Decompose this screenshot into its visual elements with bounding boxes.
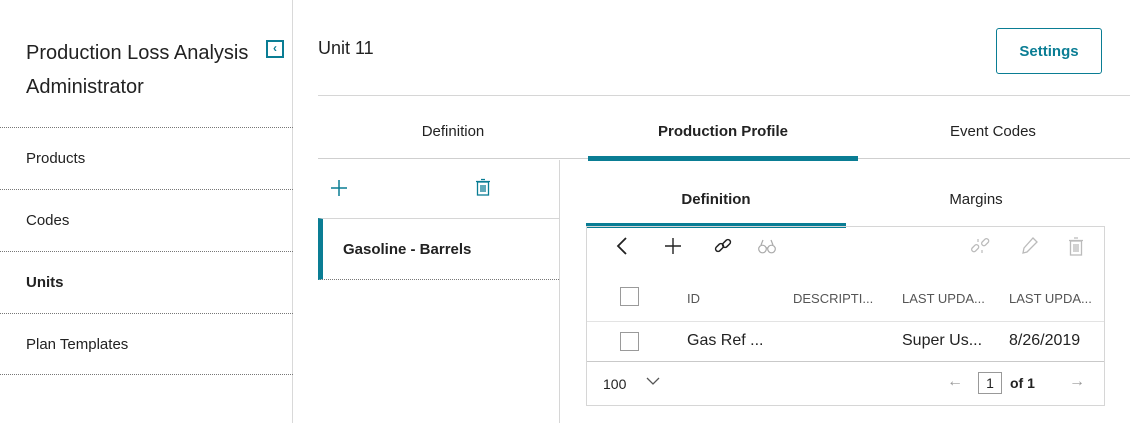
delete-product-button[interactable] (475, 178, 491, 201)
add-product-button[interactable] (330, 176, 348, 204)
tab-event-codes[interactable]: Event Codes (858, 104, 1128, 158)
back-icon (616, 237, 627, 255)
delete-row-button[interactable] (1068, 235, 1084, 262)
sidebar-item-label: Plan Templates (26, 335, 129, 353)
chevron-down-icon (646, 377, 660, 385)
prev-page-button[interactable]: ← (947, 373, 963, 391)
page-size-dropdown[interactable] (645, 373, 661, 394)
column-header-description[interactable]: DESCRIPTI... (793, 291, 873, 306)
next-page-button[interactable]: → (1069, 373, 1085, 391)
trash-icon (476, 178, 490, 196)
page-size-select[interactable]: 100 (603, 376, 626, 392)
grid-footer: 100 ← 1 of 1 → (587, 363, 1104, 405)
page-title: Unit 11 (318, 38, 374, 58)
plus-icon (331, 180, 347, 196)
pencil-icon (1022, 237, 1038, 254)
find-button[interactable] (757, 235, 777, 262)
column-header-id[interactable]: ID (687, 291, 700, 306)
edit-button[interactable] (1019, 235, 1039, 262)
cell-id[interactable]: Gas Ref ... (687, 332, 763, 350)
tab-sub-definition[interactable]: Definition (586, 172, 846, 228)
collapse-sidebar-button[interactable]: ‹ (266, 40, 284, 58)
link-icon (714, 238, 732, 253)
unlink-button[interactable] (969, 235, 991, 262)
sidebar-item-plan-templates[interactable]: Plan Templates (0, 313, 293, 375)
main-tabs: Definition Production Profile Event Code… (318, 104, 1130, 161)
cell-last-updated-by: Super Us... (902, 332, 983, 349)
cell-last-updated: 8/26/2019 (1009, 332, 1081, 349)
tab-definition[interactable]: Definition (318, 104, 588, 158)
sidebar: Production Loss Analysis Administrator ‹… (0, 0, 293, 423)
product-list-panel: Gasoline - Barrels (318, 160, 560, 423)
sidebar-item-units[interactable]: Units (0, 251, 293, 313)
app-title: Production Loss Analysis Administrator (26, 42, 249, 98)
sidebar-item-products[interactable]: Products (0, 127, 293, 189)
arrow-left-icon: ← (947, 373, 963, 390)
sidebar-item-label: Codes (26, 212, 70, 229)
list-item[interactable]: Gasoline - Barrels (318, 218, 559, 280)
tab-production-profile[interactable]: Production Profile (588, 104, 858, 161)
tab-margins[interactable]: Margins (846, 172, 1106, 226)
back-button[interactable] (615, 235, 629, 262)
add-row-button[interactable] (663, 235, 683, 262)
divider (318, 95, 1130, 96)
arrow-right-icon: → (1069, 373, 1085, 390)
sidebar-item-label: Units (26, 274, 64, 291)
binoculars-icon (758, 239, 776, 254)
page-total: of 1 (1010, 375, 1035, 391)
sidebar-nav: Products Codes Units Plan Templates (0, 127, 293, 375)
column-header-last-updated-by[interactable]: LAST UPDA... (902, 291, 985, 306)
sidebar-item-label: Products (26, 150, 86, 167)
row-checkbox[interactable] (620, 332, 639, 351)
trash-icon (1069, 237, 1083, 256)
grid-toolbar (587, 227, 1104, 269)
sub-tabs: Definition Margins (586, 172, 1106, 228)
grid-header: ID DESCRIPTI... LAST UPDA... LAST UPDA..… (587, 277, 1104, 321)
settings-button[interactable]: Settings (996, 28, 1102, 74)
sidebar-item-codes[interactable]: Codes (0, 189, 293, 251)
table-row[interactable]: Gas Ref ... Super Us... 8/26/2019 (587, 321, 1104, 362)
data-grid: ID DESCRIPTI... LAST UPDA... LAST UPDA..… (586, 226, 1105, 406)
link-button[interactable] (712, 235, 734, 262)
product-list-toolbar (318, 160, 559, 218)
page-number-input[interactable]: 1 (978, 372, 1002, 394)
unlink-icon (971, 238, 990, 253)
column-header-last-updated[interactable]: LAST UPDA... (1009, 291, 1092, 306)
select-all-checkbox[interactable] (620, 287, 639, 306)
plus-icon (665, 238, 681, 254)
chevron-left-icon: ‹ (273, 41, 277, 55)
